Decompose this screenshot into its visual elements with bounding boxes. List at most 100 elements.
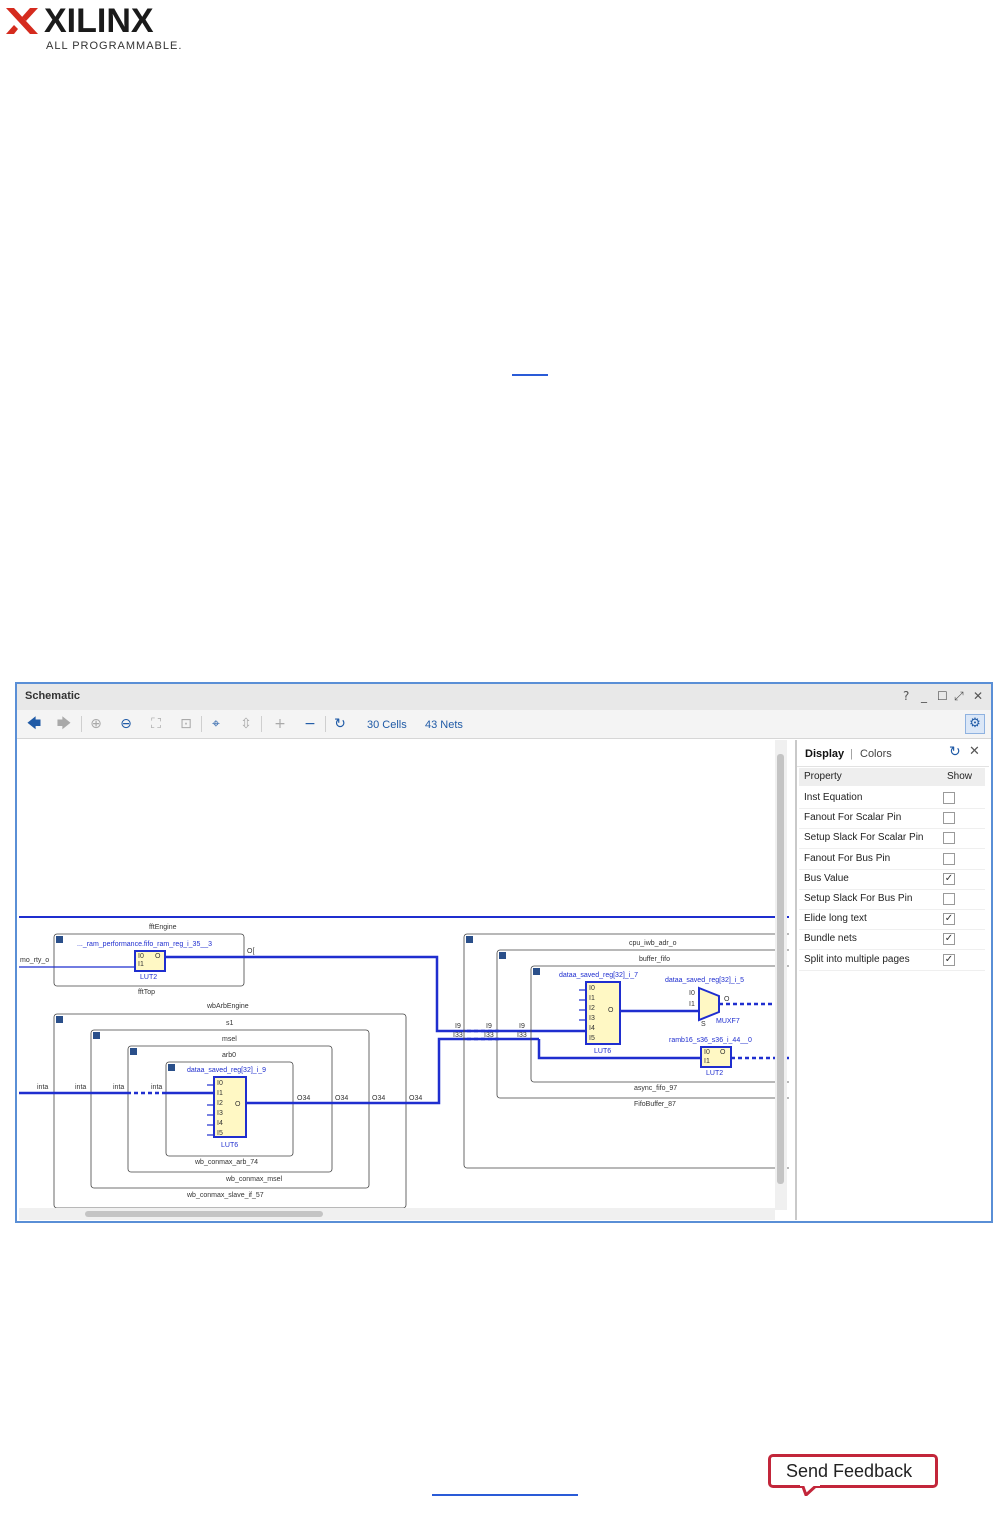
pin-label: I1: [138, 961, 144, 968]
net-label: inta: [75, 1084, 86, 1091]
help-icon[interactable]: ?: [903, 689, 909, 703]
collapse-icon[interactable]: [466, 936, 473, 943]
wbarbengine-block[interactable]: wbArbEngine s1 msel arb0 dataa_saved_reg…: [37, 1003, 422, 1209]
column-header-property[interactable]: Property: [804, 771, 842, 782]
collapse-icon[interactable]: [168, 1064, 175, 1071]
show-checkbox[interactable]: [943, 893, 955, 905]
pin-label: O: [155, 953, 161, 960]
cpu-iwb-block[interactable]: cpu_iwb_adr_o buffer_fifo dataa_saved_re…: [453, 933, 789, 1169]
show-checkbox[interactable]: [943, 792, 955, 804]
refresh-icon[interactable]: ↻: [949, 744, 961, 760]
gear-icon[interactable]: ⚙: [965, 714, 985, 734]
collapse-icon[interactable]: [56, 936, 63, 943]
property-table-header: Property Show: [799, 768, 985, 786]
hyperlink-underline[interactable]: [512, 374, 548, 376]
minimize-icon[interactable]: _: [921, 689, 927, 703]
pin-label: O: [724, 996, 730, 1003]
collapse-icon[interactable]: [130, 1048, 137, 1055]
cell-name: dataa_saved_reg[32]_i_7: [559, 972, 638, 979]
nets-count-link[interactable]: 43 Nets: [425, 719, 463, 731]
toolbar-separator: [201, 716, 202, 732]
pin-label: I0: [689, 990, 695, 997]
schematic-drawing[interactable]: .bx { fill:none; stroke:#444; stroke-wid…: [19, 740, 789, 1210]
pin-label: I3: [217, 1110, 223, 1117]
property-row[interactable]: Elide long text ✓: [799, 909, 985, 931]
net-wire: [165, 955, 539, 1033]
pin-label: I5: [589, 1035, 595, 1042]
show-checkbox[interactable]: [943, 832, 955, 845]
net-label: O[: [247, 948, 254, 955]
collapse-icon[interactable]: [499, 952, 506, 959]
show-checkbox[interactable]: ✓: [943, 872, 955, 885]
cell-type: LUT6: [221, 1142, 238, 1149]
forward-arrow-icon[interactable]: 🡆: [55, 715, 73, 733]
panel-tabs: Display | Colors ↻ ✕: [797, 740, 989, 767]
net-label: I33: [517, 1032, 527, 1039]
column-header-show[interactable]: Show: [947, 771, 972, 782]
fftengine-block[interactable]: fftEngine ..._ram_performance.fifo_ram_r…: [53, 924, 254, 996]
net-label: I33: [453, 1032, 463, 1039]
block-footer: FifoBuffer_87: [634, 1101, 676, 1108]
float-icon[interactable]: ⤢: [954, 689, 964, 704]
zoom-out-icon[interactable]: ⊖: [117, 715, 135, 733]
close-icon[interactable]: ✕: [969, 744, 980, 759]
property-row[interactable]: Inst Equation: [799, 788, 985, 809]
property-row[interactable]: Bus Value ✓: [799, 869, 985, 890]
zoom-fit-icon[interactable]: ⛶: [147, 715, 165, 733]
property-label: Setup Slack For Bus Pin: [804, 893, 913, 904]
property-row[interactable]: Setup Slack For Scalar Pin: [799, 828, 985, 850]
net-label: inta: [113, 1084, 124, 1091]
toolbar-separator: [81, 716, 82, 732]
show-checkbox[interactable]: ✓: [943, 933, 955, 946]
property-label: Setup Slack For Scalar Pin: [804, 832, 924, 844]
cell-type: LUT6: [594, 1048, 611, 1055]
refresh-icon[interactable]: ↻: [331, 715, 349, 733]
pin-label: I0: [589, 985, 595, 992]
net-label: O34: [335, 1095, 348, 1102]
collapse-icon[interactable]: [533, 968, 540, 975]
regenerate-icon[interactable]: ⇳: [237, 715, 255, 733]
property-label: Fanout For Bus Pin: [804, 852, 891, 864]
collapse-icon[interactable]: [93, 1032, 100, 1039]
input-port-label: mo_rty_o: [20, 957, 49, 964]
hyperlink-underline[interactable]: [432, 1494, 578, 1496]
vertical-scrollbar[interactable]: [775, 740, 787, 1210]
block-title: cpu_iwb_adr_o: [629, 940, 677, 947]
block-footer: wb_conmax_arb_74: [194, 1159, 258, 1166]
show-checkbox[interactable]: [943, 852, 955, 865]
block-footer: async_fifo_97: [634, 1085, 677, 1092]
property-row[interactable]: Split into multiple pages ✓: [799, 950, 985, 971]
property-row[interactable]: Fanout For Scalar Pin: [799, 808, 985, 830]
block-title: s1: [226, 1020, 234, 1027]
muxf7-cell[interactable]: [698, 986, 720, 1022]
tab-display[interactable]: Display: [805, 748, 844, 760]
net-label: O34: [297, 1095, 310, 1102]
close-icon[interactable]: ✕: [973, 689, 983, 703]
block-frame: [463, 933, 789, 1169]
schematic-canvas[interactable]: .bx { fill:none; stroke:#444; stroke-wid…: [19, 740, 789, 1210]
cells-count-link[interactable]: 30 Cells: [367, 719, 407, 731]
scroll-thumb[interactable]: [85, 1211, 323, 1217]
net-label: I9: [519, 1023, 525, 1030]
scroll-thumb[interactable]: [777, 754, 784, 1184]
autofit-selection-icon[interactable]: ⌖: [207, 715, 225, 733]
zoom-selection-icon[interactable]: ⊡: [177, 715, 195, 733]
horizontal-scrollbar[interactable]: [19, 1208, 775, 1220]
property-row[interactable]: Bundle nets ✓: [799, 929, 985, 951]
block-footer: wb_conmax_slave_if_57: [186, 1192, 264, 1199]
speech-tail-icon: [800, 1484, 820, 1496]
block-title: msel: [222, 1036, 237, 1043]
tab-colors[interactable]: Colors: [860, 748, 892, 760]
maximize-icon[interactable]: ☐: [937, 689, 948, 703]
expand-icon[interactable]: +: [271, 715, 289, 733]
show-checkbox[interactable]: [943, 812, 955, 825]
collapse-icon[interactable]: [56, 1016, 63, 1023]
property-row[interactable]: Setup Slack For Bus Pin: [799, 889, 985, 910]
zoom-in-icon[interactable]: ⊕: [87, 715, 105, 733]
property-row[interactable]: Fanout For Bus Pin: [799, 849, 985, 870]
show-checkbox[interactable]: ✓: [943, 913, 955, 926]
send-feedback-button[interactable]: Send Feedback: [768, 1454, 938, 1488]
back-arrow-icon[interactable]: 🡄: [25, 715, 43, 733]
show-checkbox[interactable]: ✓: [943, 953, 955, 966]
collapse-icon[interactable]: −: [301, 715, 319, 733]
